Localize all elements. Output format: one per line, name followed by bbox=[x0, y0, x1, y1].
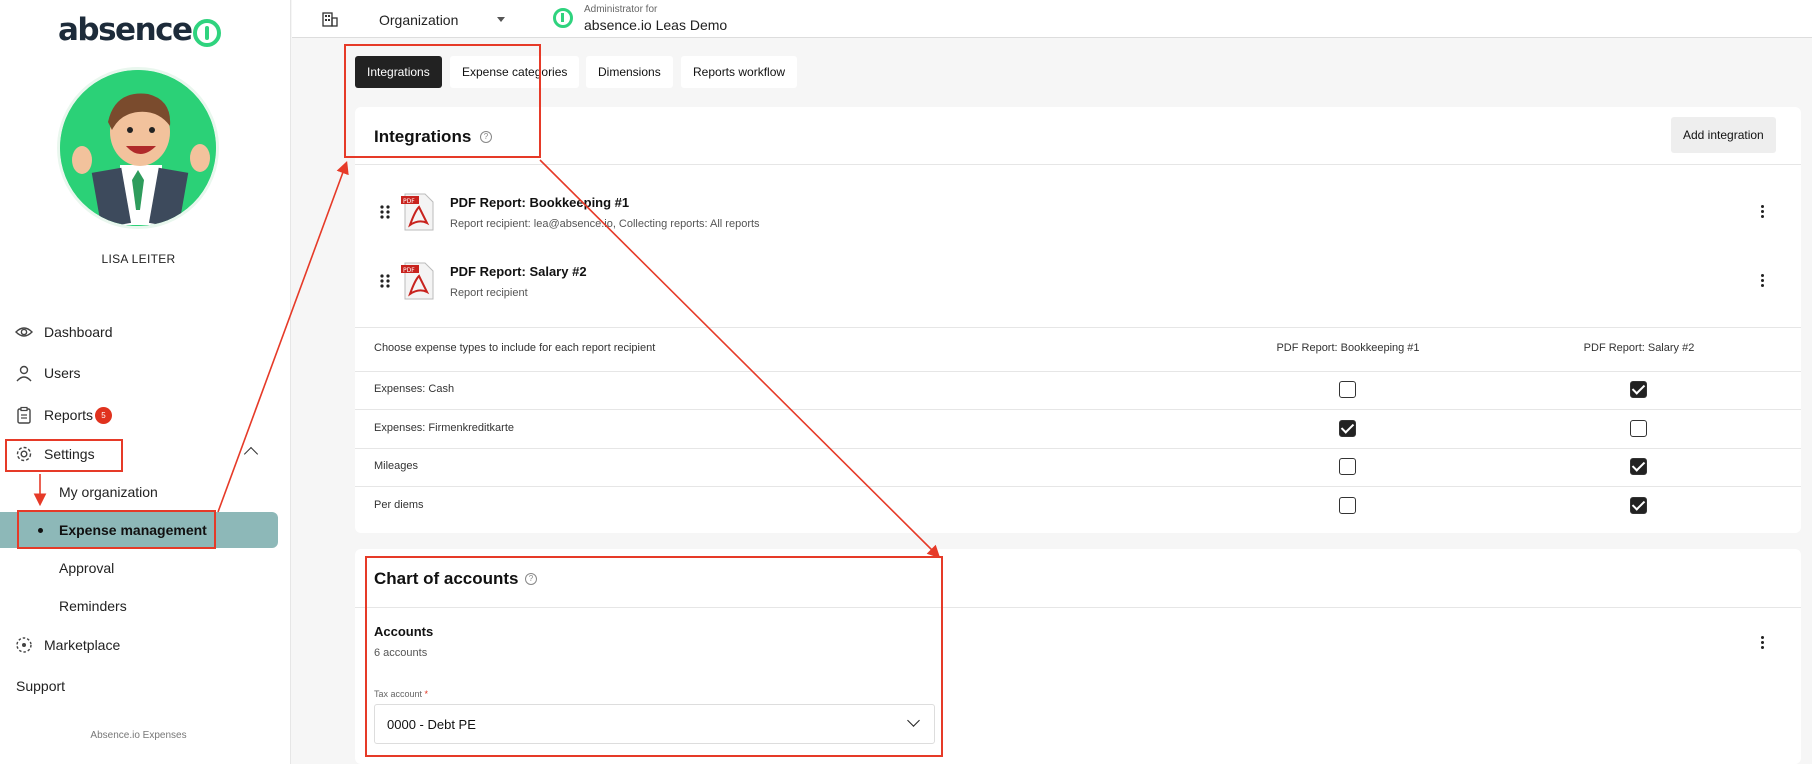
sidebar-subitem-reminders[interactable]: Reminders bbox=[0, 588, 291, 624]
sidebar-item-settings[interactable]: Settings bbox=[0, 436, 291, 472]
pdf-file-icon: PDF bbox=[401, 262, 434, 300]
support-link[interactable]: Support bbox=[16, 678, 65, 694]
user-name: LISA LEITER bbox=[101, 252, 176, 266]
chart-of-accounts-title: Chart of accounts bbox=[374, 569, 519, 588]
sidebar-item-label: Dashboard bbox=[44, 324, 113, 340]
matrix-caption: Choose expense types to include for each… bbox=[374, 342, 656, 354]
tax-account-label-text: Tax account bbox=[374, 689, 423, 699]
sidebar-subitem-label: My organization bbox=[59, 484, 158, 500]
integration-subtitle: Report recipient bbox=[450, 287, 528, 299]
divider bbox=[355, 371, 1801, 372]
expense-type-label: Expenses: Cash bbox=[374, 383, 455, 395]
active-dot-icon bbox=[38, 528, 43, 533]
divider bbox=[355, 448, 1801, 449]
tab-reports-workflow[interactable]: Reports workflow bbox=[681, 56, 798, 88]
accounts-heading: Accounts bbox=[374, 624, 434, 639]
gear-icon bbox=[16, 446, 32, 462]
absence-mark-icon bbox=[553, 8, 573, 28]
checkbox[interactable] bbox=[1339, 497, 1356, 514]
required-mark: * bbox=[424, 689, 429, 699]
checkbox[interactable] bbox=[1339, 420, 1356, 437]
logo-text: absence bbox=[58, 12, 193, 48]
integration-item[interactable]: PDF PDF Report: Bookkeeping #1 Report re… bbox=[355, 187, 1801, 247]
svg-text:PDF: PDF bbox=[403, 267, 415, 274]
chevron-down-icon bbox=[907, 714, 920, 727]
sidebar-item-reports[interactable]: Reports 5 bbox=[0, 397, 291, 433]
expense-type-label: Expenses: Firmenkreditkarte bbox=[374, 422, 514, 434]
checkbox[interactable] bbox=[1339, 381, 1356, 398]
divider bbox=[355, 486, 1801, 487]
integration-title: PDF Report: Bookkeeping #1 bbox=[450, 195, 630, 210]
logo-mark-icon bbox=[192, 19, 221, 47]
eye-icon bbox=[15, 327, 33, 337]
help-icon[interactable]: ? bbox=[480, 131, 492, 143]
checkbox[interactable] bbox=[1339, 458, 1356, 475]
divider bbox=[355, 164, 1801, 165]
add-integration-button[interactable]: Add integration bbox=[1671, 117, 1776, 153]
sidebar-subitem-expense-management[interactable]: Expense management bbox=[0, 512, 278, 548]
clipboard-icon bbox=[17, 406, 31, 424]
sidebar-item-dashboard[interactable]: Dashboard bbox=[0, 314, 291, 350]
reports-count-badge: 5 bbox=[95, 407, 112, 424]
sidebar-subitem-approval[interactable]: Approval bbox=[0, 550, 291, 586]
svg-text:PDF: PDF bbox=[403, 198, 415, 205]
integration-item[interactable]: PDF PDF Report: Salary #2 Report recipie… bbox=[355, 256, 1801, 316]
cartoon-man-icon bbox=[60, 70, 216, 226]
integrations-card: Integrations ? Add integration PDF PDF R… bbox=[355, 107, 1801, 533]
sidebar-item-label: Marketplace bbox=[44, 637, 121, 653]
tab-dimensions[interactable]: Dimensions bbox=[586, 56, 673, 88]
caret-down-icon[interactable] bbox=[497, 17, 505, 22]
sidebar-subitem-label: Approval bbox=[59, 560, 115, 576]
more-options-icon[interactable] bbox=[1761, 274, 1765, 288]
top-bar: Organization Administrator for absence.i… bbox=[292, 0, 1812, 38]
drag-handle-icon[interactable] bbox=[379, 204, 391, 220]
tax-account-select[interactable]: 0000 - Debt PE bbox=[374, 704, 935, 744]
chevron-up-icon[interactable] bbox=[243, 446, 259, 462]
more-options-icon[interactable] bbox=[1761, 205, 1765, 219]
integration-title: PDF Report: Salary #2 bbox=[450, 264, 587, 279]
pdf-file-icon: PDF bbox=[401, 193, 434, 231]
organization-select[interactable]: Organization bbox=[379, 12, 458, 28]
divider bbox=[355, 327, 1801, 328]
tax-account-label: Tax account * bbox=[374, 689, 428, 699]
sidebar-item-label: Reports bbox=[44, 407, 94, 423]
footer-brand: Absence.io Expenses bbox=[90, 730, 187, 741]
admin-org-name[interactable]: absence.io Leas Demo bbox=[584, 17, 727, 33]
expense-type-label: Per diems bbox=[374, 499, 424, 511]
absence-logo[interactable]: absence bbox=[58, 10, 221, 50]
chart-of-accounts-card: Chart of accounts ? Accounts 6 accounts … bbox=[355, 549, 1801, 764]
help-icon[interactable]: ? bbox=[525, 573, 537, 585]
divider bbox=[355, 409, 1801, 410]
sidebar-subitem-label: Expense management bbox=[59, 522, 207, 538]
checkbox[interactable] bbox=[1630, 381, 1647, 398]
tab-expense-categories[interactable]: Expense categories bbox=[450, 56, 580, 88]
tax-account-value: 0000 - Debt PE bbox=[387, 717, 476, 732]
sidebar-item-marketplace[interactable]: Marketplace bbox=[0, 627, 291, 663]
more-options-icon[interactable] bbox=[1761, 636, 1765, 650]
user-icon bbox=[16, 365, 32, 382]
integration-subtitle: Report recipient: lea@absence.io, Collec… bbox=[450, 218, 760, 230]
building-icon bbox=[322, 12, 338, 27]
admin-caption: Administrator for bbox=[584, 4, 658, 15]
checkbox[interactable] bbox=[1630, 420, 1647, 437]
sidebar: absence LISA LEITER Dashboard Users Repo… bbox=[0, 0, 291, 764]
sidebar-item-label: Users bbox=[44, 365, 81, 381]
integrations-title: Integrations bbox=[374, 127, 472, 146]
checkbox[interactable] bbox=[1630, 458, 1647, 475]
sidebar-subitem-my-organization[interactable]: My organization bbox=[0, 474, 291, 510]
marketplace-icon bbox=[16, 637, 32, 653]
sidebar-item-label: Settings bbox=[44, 446, 95, 462]
expense-type-label: Mileages bbox=[374, 460, 419, 472]
matrix-column-header: PDF Report: Bookkeeping #1 bbox=[1276, 342, 1420, 354]
checkbox[interactable] bbox=[1630, 497, 1647, 514]
avatar[interactable] bbox=[57, 67, 219, 229]
sidebar-subitem-label: Reminders bbox=[59, 598, 127, 614]
divider bbox=[355, 607, 1801, 608]
tab-integrations[interactable]: Integrations bbox=[355, 56, 442, 88]
matrix-column-header: PDF Report: Salary #2 bbox=[1583, 342, 1695, 354]
sidebar-item-users[interactable]: Users bbox=[0, 355, 291, 391]
accounts-count: 6 accounts bbox=[374, 647, 428, 659]
drag-handle-icon[interactable] bbox=[379, 273, 391, 289]
